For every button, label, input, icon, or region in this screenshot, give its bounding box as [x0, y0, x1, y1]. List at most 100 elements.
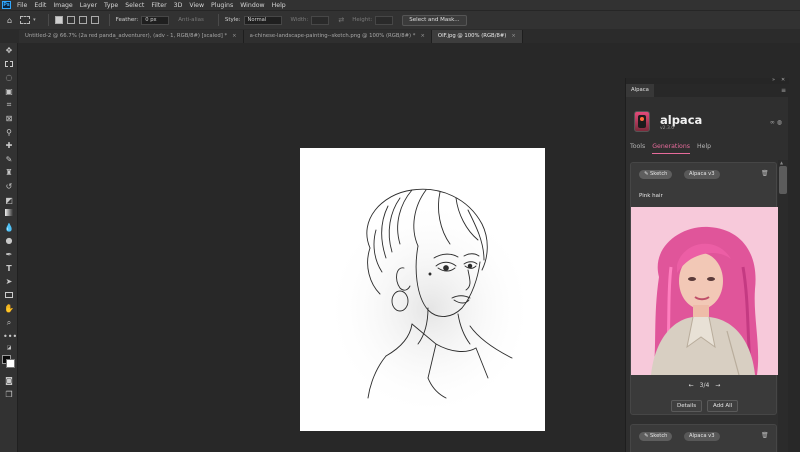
- zoom-icon[interactable]: ⌕: [3, 317, 15, 328]
- scroll-up-icon[interactable]: ▲: [780, 160, 783, 165]
- antialias-checkbox[interactable]: Anti-alias: [178, 17, 204, 23]
- tab-untitled-2[interactable]: Untitled-2 @ 66.7% (2a red panda_adventu…: [19, 30, 244, 43]
- swap-icon[interactable]: ⇄: [338, 16, 344, 24]
- sketch-chip[interactable]: ✎ Sketch: [639, 170, 673, 179]
- prompt-text: Pink hair: [639, 193, 663, 199]
- marquee-preset-icon[interactable]: [20, 16, 31, 24]
- close-icon[interactable]: ×: [232, 33, 236, 39]
- menu-view[interactable]: View: [189, 2, 204, 9]
- menu-help[interactable]: Help: [272, 2, 286, 9]
- path-select-icon[interactable]: ➤: [3, 276, 15, 287]
- new-selection-icon[interactable]: [54, 16, 63, 24]
- object-select-icon[interactable]: ▣: [3, 86, 15, 97]
- generated-image[interactable]: [631, 207, 778, 375]
- menu-filter[interactable]: Filter: [151, 2, 166, 9]
- model-chip[interactable]: Alpaca v3: [684, 170, 720, 179]
- tools-panel: ✥ ◌ ▣ ⌗ ⊠ ⚲ ✚ ✎ ♜ ↺ ◩ 💧 ● ✒ T ➤ ✋ ⌕ ••• …: [0, 43, 18, 452]
- rectangle-icon[interactable]: [3, 290, 15, 301]
- gradient-icon[interactable]: [3, 208, 15, 219]
- details-button[interactable]: Details: [671, 400, 703, 412]
- menu-3d[interactable]: 3D: [174, 2, 183, 9]
- generation-card: ✎ Sketch Alpaca v3 🗑 Pink hair ← 3/4 → D…: [630, 162, 778, 415]
- add-selection-icon[interactable]: [66, 16, 75, 24]
- default-colors-icon[interactable]: ◪: [3, 343, 15, 354]
- photoshop-logo-icon: Ps: [2, 1, 11, 9]
- tab-label: OIF.jpg @ 100% (RGB/8#): [437, 33, 507, 39]
- menu-window[interactable]: Window: [240, 2, 264, 9]
- marquee-icon[interactable]: [3, 59, 15, 70]
- move-icon[interactable]: ✥: [3, 45, 15, 56]
- brush-icon[interactable]: ✎: [3, 154, 15, 165]
- menu-image[interactable]: Image: [53, 2, 72, 9]
- panel-scrollbar[interactable]: ▲: [778, 160, 788, 452]
- alpaca-panel: » ✕ Alpaca ≡ alpaca v2.3.0 ∞ ◍ Tools Gen…: [625, 77, 789, 452]
- next-arrow-icon[interactable]: →: [715, 382, 720, 389]
- height-input[interactable]: [375, 15, 394, 25]
- collapse-icon[interactable]: »: [772, 77, 775, 83]
- more-icon[interactable]: •••: [3, 331, 17, 342]
- tab-tools[interactable]: Tools: [630, 143, 645, 154]
- link-icon[interactable]: ∞: [770, 119, 775, 126]
- style-select[interactable]: Normal: [243, 15, 282, 25]
- prev-arrow-icon[interactable]: ←: [689, 382, 694, 389]
- app-version: v2.3.0: [660, 126, 675, 131]
- select-and-mask-button[interactable]: Select and Mask...: [402, 14, 467, 26]
- tab-generations[interactable]: Generations: [652, 143, 690, 154]
- hand-icon[interactable]: ✋: [3, 303, 15, 314]
- settings-icon[interactable]: ◍: [777, 119, 782, 126]
- background-color-swatch[interactable]: [6, 359, 15, 368]
- feather-input[interactable]: 0 px: [141, 15, 170, 25]
- subtract-selection-icon[interactable]: [78, 16, 87, 24]
- screen-mode-icon[interactable]: ❐: [3, 389, 15, 400]
- menu-bar: Ps File Edit Image Layer Type Select Fil…: [0, 0, 800, 10]
- tab-label: Untitled-2 @ 66.7% (2a red panda_adventu…: [25, 33, 228, 39]
- lasso-icon[interactable]: ◌: [3, 72, 15, 83]
- chevron-down-icon[interactable]: ▾: [33, 17, 36, 23]
- pen-icon[interactable]: ✒: [3, 249, 15, 260]
- add-all-button[interactable]: Add All: [707, 400, 739, 412]
- panel-menu-icon[interactable]: ≡: [781, 87, 786, 94]
- feather-label: Feather:: [115, 17, 139, 23]
- document-canvas[interactable]: [300, 148, 545, 431]
- scroll-thumb[interactable]: [779, 166, 787, 194]
- sketch-portrait-image: [325, 188, 535, 408]
- menu-select[interactable]: Select: [125, 2, 144, 9]
- menu-plugins[interactable]: Plugins: [211, 2, 233, 9]
- divider: [108, 14, 110, 26]
- tab-chinese-landscape[interactable]: a-chinese-landscape-painting--sketch.png…: [243, 30, 432, 43]
- stamp-icon[interactable]: ♜: [3, 167, 15, 178]
- close-icon[interactable]: ×: [511, 33, 515, 39]
- divider: [217, 14, 219, 26]
- model-chip[interactable]: Alpaca v3: [684, 432, 720, 441]
- generation-card: ✎ Sketch Alpaca v3 🗑: [630, 424, 777, 452]
- home-icon[interactable]: ⌂: [7, 16, 12, 25]
- tab-alpaca[interactable]: Alpaca: [626, 84, 654, 97]
- close-icon[interactable]: ×: [420, 33, 424, 39]
- options-bar: ⌂ ▾ Feather: 0 px Anti-alias Style: Norm…: [0, 10, 800, 29]
- menu-type[interactable]: Type: [104, 2, 118, 9]
- menu-file[interactable]: File: [17, 2, 27, 9]
- tab-help[interactable]: Help: [697, 143, 711, 154]
- trash-icon[interactable]: 🗑: [761, 170, 769, 177]
- pager: ← 3/4 →: [631, 382, 778, 389]
- panel-nav: Tools Generations Help: [630, 143, 718, 155]
- quick-mask-icon[interactable]: ◙: [3, 375, 15, 386]
- eraser-icon[interactable]: ◩: [3, 195, 15, 206]
- close-icon[interactable]: ✕: [781, 77, 785, 83]
- history-brush-icon[interactable]: ↺: [3, 181, 15, 192]
- menu-layer[interactable]: Layer: [80, 2, 97, 9]
- width-input[interactable]: [311, 15, 330, 25]
- width-label: Width:: [290, 17, 309, 23]
- blur-icon[interactable]: 💧: [3, 222, 15, 233]
- frame-icon[interactable]: ⊠: [3, 113, 15, 124]
- menu-edit[interactable]: Edit: [34, 2, 46, 9]
- dodge-icon[interactable]: ●: [3, 235, 15, 246]
- type-icon[interactable]: T: [3, 263, 15, 274]
- sketch-chip[interactable]: ✎ Sketch: [639, 432, 673, 441]
- healing-icon[interactable]: ✚: [3, 140, 15, 151]
- crop-icon[interactable]: ⌗: [3, 99, 15, 110]
- eyedropper-icon[interactable]: ⚲: [3, 127, 15, 138]
- trash-icon[interactable]: 🗑: [761, 432, 769, 439]
- intersect-selection-icon[interactable]: [90, 16, 99, 24]
- tab-oif[interactable]: OIF.jpg @ 100% (RGB/8#) ×: [431, 30, 523, 43]
